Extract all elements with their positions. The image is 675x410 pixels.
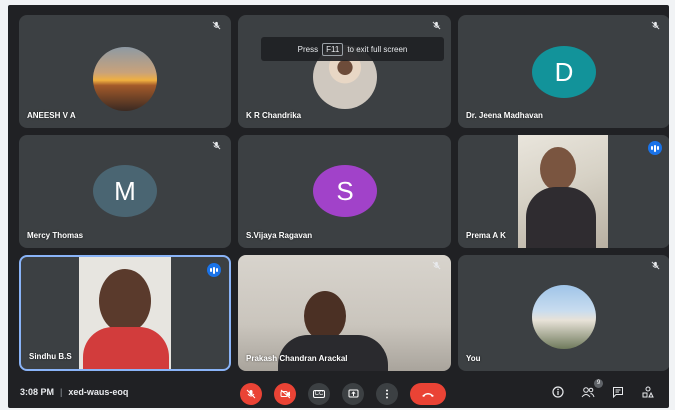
participant-tile-vijaya[interactable]: S S.Vijaya Ragavan	[238, 135, 451, 248]
chat-icon	[613, 387, 623, 399]
meeting-code[interactable]: xed-waus-eoq	[68, 387, 128, 397]
captions-button[interactable]: CC	[308, 383, 330, 405]
present-button[interactable]	[342, 383, 364, 405]
captions-icon: CC	[312, 390, 326, 398]
fullscreen-hint-key: F11	[322, 42, 344, 56]
participant-tile-chandrika[interactable]: K R Chandrika	[238, 15, 451, 128]
person-silhouette	[304, 291, 346, 341]
person-silhouette-body	[278, 335, 388, 371]
participant-tile-prema[interactable]: Prema A K	[458, 135, 669, 248]
activities-button[interactable]	[642, 386, 654, 401]
person-silhouette	[540, 147, 576, 191]
mic-off-icon	[210, 21, 223, 34]
activities-icon	[642, 386, 654, 398]
person-silhouette	[99, 269, 151, 333]
participant-name: Sindhu B.S	[29, 352, 72, 361]
fullscreen-hint: Press F11 to exit full screen	[261, 37, 444, 61]
avatar: S	[313, 165, 377, 217]
mic-off-icon	[430, 21, 443, 34]
participant-name: ANEESH V A	[27, 111, 76, 120]
people-count-badge: 9	[594, 379, 603, 388]
participant-tile-mercy[interactable]: M Mercy Thomas	[19, 135, 231, 248]
participant-tile-prakash[interactable]: Prakash Chandran Arackal	[238, 255, 451, 371]
separator: |	[60, 387, 63, 397]
mic-toggle-button[interactable]	[240, 383, 262, 405]
participant-tile-you[interactable]: You	[458, 255, 669, 371]
meeting-info: 3:08 PM | xed-waus-eoq	[20, 387, 128, 397]
participant-name: Prakash Chandran Arackal	[246, 354, 348, 363]
participant-name: Mercy Thomas	[27, 231, 84, 240]
mic-off-icon	[649, 21, 662, 34]
more-options-button[interactable]	[376, 383, 398, 405]
avatar: D	[532, 46, 596, 98]
fullscreen-hint-press: Press	[297, 44, 319, 54]
audio-level-icon	[207, 263, 221, 277]
person-silhouette-body	[526, 187, 596, 248]
participant-tile-aneesh[interactable]: ANEESH V A	[19, 15, 231, 128]
person-silhouette-body	[83, 327, 169, 369]
participant-name: You	[466, 354, 481, 363]
info-button[interactable]	[552, 386, 564, 401]
prema-video-feed	[518, 135, 608, 248]
present-icon	[348, 389, 358, 398]
aneesh-profile-photo	[93, 47, 157, 111]
participant-name: Prema A K	[466, 231, 506, 240]
mic-off-icon	[649, 261, 662, 274]
info-icon	[552, 386, 564, 398]
audio-level-icon	[648, 141, 662, 155]
camera-toggle-button[interactable]	[274, 383, 296, 405]
people-button[interactable]	[581, 386, 595, 401]
avatar: M	[93, 165, 157, 217]
mic-off-icon	[210, 141, 223, 154]
fullscreen-hint-text: to exit full screen	[347, 44, 408, 54]
leave-call-button[interactable]	[410, 383, 446, 405]
meeting-stage: ANEESH V A K R Chandrika D Dr. Jeena Mad…	[8, 5, 669, 408]
more-vert-icon	[386, 389, 388, 399]
phone-hangup-icon	[422, 392, 434, 397]
people-icon	[581, 387, 595, 398]
camera-off-icon	[280, 389, 290, 399]
participant-tile-jeena[interactable]: D Dr. Jeena Madhavan	[458, 15, 669, 128]
chat-button[interactable]	[612, 386, 624, 401]
participant-name: Dr. Jeena Madhavan	[466, 111, 543, 120]
participant-name: S.Vijaya Ragavan	[246, 231, 313, 240]
meeting-time: 3:08 PM	[20, 387, 55, 397]
mic-off-icon	[246, 389, 256, 399]
mic-off-icon	[430, 261, 443, 274]
sindhu-video-feed	[79, 257, 171, 369]
you-profile-photo	[532, 285, 596, 349]
participant-tile-sindhu[interactable]: Sindhu B.S	[19, 255, 231, 371]
bottom-toolbar: 3:08 PM | xed-waus-eoq CC 9	[8, 378, 669, 408]
participant-name: K R Chandrika	[246, 111, 302, 120]
